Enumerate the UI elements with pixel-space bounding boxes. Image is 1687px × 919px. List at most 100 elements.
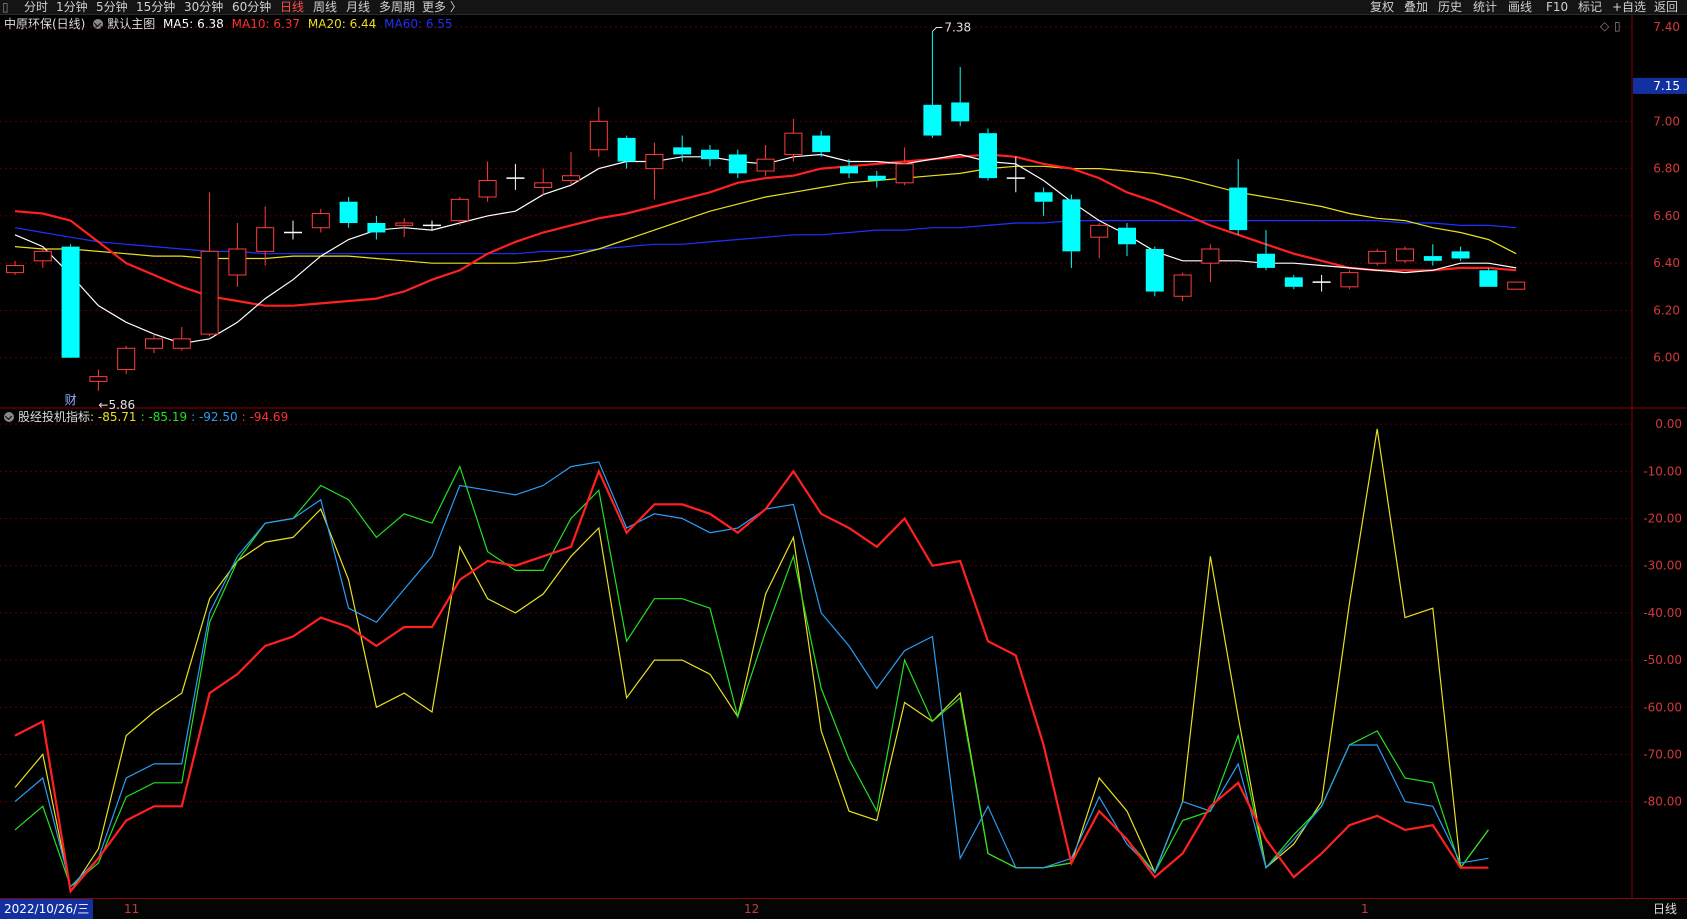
candle-body [1284, 277, 1303, 287]
price-highlight-box [1633, 77, 1687, 94]
price-tick-label: 6.80 [1653, 162, 1680, 176]
stock-chart[interactable]: 7.40 7.15 7.00 6.80 6.60 6.40 6.20 6.00 0.00 -10.… [0, 0, 1687, 918]
candlestick [645, 142, 664, 200]
candlestick [450, 197, 469, 226]
window-icon[interactable]: ▯ [1614, 19, 1621, 33]
toolbar-tab[interactable]: 月线 [346, 0, 370, 14]
indicator-line-4 [14, 468, 1489, 894]
period-tab[interactable]: 日线 [1653, 899, 1677, 919]
candle-body [1090, 224, 1109, 238]
candlestick [867, 171, 886, 188]
candle-body [339, 201, 358, 223]
candle-body [33, 250, 52, 262]
candlestick [840, 159, 858, 179]
candle-body [1201, 248, 1220, 264]
candlestick [589, 107, 608, 157]
toolbar-action[interactable]: 统计 [1473, 0, 1497, 14]
date-axis: 2022/10/26/三 11 12 1 日线 [0, 898, 1687, 919]
diamond-icon[interactable]: ◇ [1600, 19, 1610, 33]
candle-body [1034, 192, 1053, 202]
candlestick [1145, 246, 1164, 297]
candle-body [979, 133, 997, 179]
main-legend: 中原环保(日线) 默认主图 MA5: 6.38 MA10: 6.37 MA20:… [4, 16, 457, 32]
candle-body [1451, 251, 1470, 259]
toolbar-action[interactable]: F10 [1546, 0, 1568, 14]
candle-body [1479, 270, 1498, 287]
candlestick [1423, 244, 1442, 266]
candlestick [367, 215, 386, 240]
toolbar-tab[interactable]: 更多 〉 [422, 0, 462, 14]
indicator-tick-label: -20.00 [1643, 512, 1682, 526]
candlestick [1034, 187, 1053, 216]
high-pointer [932, 27, 943, 32]
dropdown-icon[interactable] [93, 19, 104, 29]
toolbar-action[interactable]: 叠加 [1404, 0, 1428, 14]
price-tick-label: 7.00 [1653, 114, 1680, 128]
indicator-value-1: : -85.71 [90, 410, 137, 424]
candlestick [61, 244, 80, 358]
candle-body [1118, 227, 1136, 245]
candle-body [61, 246, 80, 358]
toolbar-tab[interactable]: 60分钟 [232, 0, 271, 14]
ma10-line [14, 153, 1517, 307]
price-tick-label: 7.15 [1653, 79, 1680, 93]
candlestick [979, 128, 997, 181]
high-price-label: 7.38 [944, 21, 971, 35]
indicator-name[interactable]: 股经投机指标 [18, 410, 90, 424]
candlestick [423, 220, 441, 231]
candlestick [534, 168, 553, 195]
toolbar-tab[interactable]: 多周期 [379, 0, 415, 14]
candle-body [812, 135, 831, 153]
candle-body [756, 158, 775, 172]
candle-body [923, 104, 942, 136]
toolbar-tab-active[interactable]: 日线 [280, 0, 304, 14]
candle-body [117, 347, 136, 371]
candlestick [784, 119, 803, 162]
toolbar-action[interactable]: 画线 [1508, 0, 1532, 14]
candlestick [812, 130, 831, 157]
ma5-line [14, 153, 1517, 345]
indicator-tick-label: -80.00 [1643, 795, 1682, 809]
candlestick [200, 192, 219, 337]
dropdown-icon[interactable] [4, 412, 14, 422]
candlestick [117, 345, 136, 375]
candle-body [172, 338, 191, 349]
toolbar-action[interactable]: 历史 [1438, 0, 1462, 14]
candlestick [6, 260, 24, 275]
toolbar-tab[interactable]: 30分钟 [184, 0, 223, 14]
indicator-tick-label: -70.00 [1643, 747, 1682, 761]
toolbar-action[interactable]: +自选 [1612, 0, 1646, 14]
toolbar-tab[interactable]: 周线 [313, 0, 337, 14]
ma10-label: MA10: 6.37 [231, 17, 301, 31]
toolbar-tab[interactable]: 5分钟 [96, 0, 128, 14]
candle-body [673, 147, 692, 155]
candle-body [895, 163, 914, 184]
collapse-icon[interactable]: ▯ [2, 0, 9, 14]
candlestick [1479, 267, 1498, 287]
toolbar-tab[interactable]: 1分钟 [56, 0, 88, 14]
ma60-line [14, 220, 1517, 255]
candlestick [89, 369, 108, 391]
indicator-legend: 股经投机指标: -85.71: -85.19: -92.50: -94.69 [4, 409, 292, 425]
candle-body [1507, 281, 1526, 290]
candlestick [1062, 194, 1081, 268]
toolbar-action[interactable]: 返回 [1654, 0, 1678, 14]
toolbar-action[interactable]: 标记 [1578, 0, 1602, 14]
candle-body [562, 175, 580, 181]
candle-body [6, 265, 24, 274]
candlestick [395, 218, 414, 238]
stock-title[interactable]: 中原环保(日线) [4, 17, 85, 31]
candlestick [728, 149, 747, 179]
toolbar-tab[interactable]: 15分钟 [136, 0, 175, 14]
toolbar-tab[interactable]: 分时 [24, 0, 48, 14]
candle-body [311, 213, 330, 229]
candle-body [728, 154, 747, 174]
candle-body [784, 132, 803, 155]
template-name[interactable]: 默认主图 [107, 17, 155, 31]
toolbar-action[interactable]: 复权 [1370, 0, 1394, 14]
candle-body [534, 182, 553, 189]
candle-body [617, 137, 636, 162]
candle-body [1062, 199, 1081, 252]
month-label: 1 [1361, 902, 1369, 916]
indicator-tick-label: -10.00 [1643, 464, 1682, 478]
